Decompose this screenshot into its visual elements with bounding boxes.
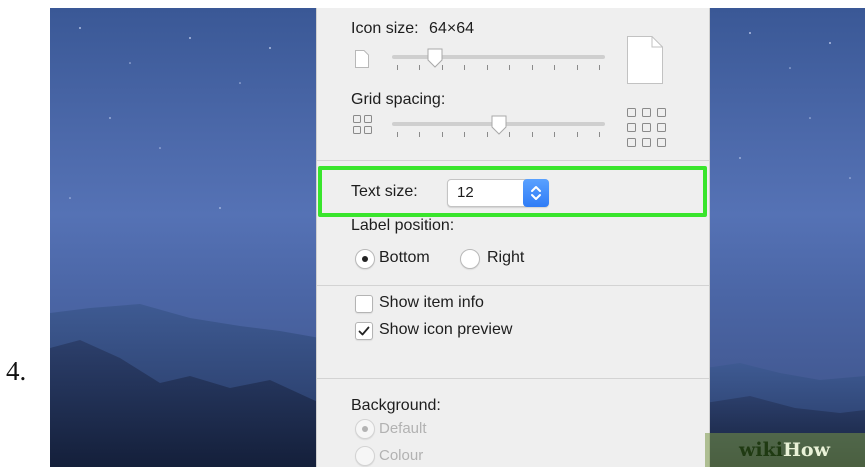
radio-right[interactable]	[460, 249, 480, 269]
icon-size-label: Icon size:	[351, 20, 419, 37]
text-size-stepper[interactable]	[523, 179, 549, 207]
small-icon-icon	[355, 50, 369, 68]
grid-spacing-label: Grid spacing:	[351, 91, 446, 108]
icon-size-slider-track[interactable]	[392, 55, 605, 59]
radio-colour[interactable]	[355, 446, 375, 466]
chevron-up-down-icon	[531, 186, 541, 200]
text-size-value: 12	[457, 184, 474, 201]
radio-right-label[interactable]: Right	[487, 249, 524, 267]
icon-size-slider-thumb[interactable]	[427, 48, 443, 68]
divider	[317, 285, 709, 286]
checkmark-icon	[358, 326, 370, 336]
background-label: Background:	[351, 397, 441, 414]
watermark-how: How	[782, 439, 830, 461]
radio-default-label: Default	[379, 420, 427, 437]
grid-spacing-slider-thumb[interactable]	[491, 115, 507, 135]
radio-bottom-label[interactable]: Bottom	[379, 249, 430, 267]
divider	[317, 160, 709, 161]
divider	[317, 378, 709, 379]
wikihow-watermark: wikiHow	[705, 433, 865, 467]
radio-colour-label: Colour	[379, 447, 424, 464]
icon-size-value: 64×64	[429, 20, 474, 37]
show-item-info-label[interactable]: Show item info	[379, 294, 484, 312]
show-item-info-checkbox[interactable]	[355, 295, 373, 313]
large-grid-icon	[627, 108, 666, 147]
step-number: 4.	[6, 356, 27, 386]
show-icon-preview-checkbox[interactable]	[355, 322, 373, 340]
radio-selected-dot	[362, 256, 368, 262]
small-grid-icon	[353, 115, 372, 134]
desktop-background: Icon size: 64×64 Grid spacing: Text size…	[50, 8, 865, 467]
text-size-label: Text size:	[351, 183, 418, 200]
view-options-panel: Icon size: 64×64 Grid spacing: Text size…	[316, 8, 710, 467]
radio-bottom[interactable]	[355, 249, 375, 269]
radio-default[interactable]	[355, 419, 375, 439]
icon-size-row: Icon size: 64×64	[351, 20, 474, 38]
text-size-select[interactable]: 12	[447, 179, 549, 207]
label-position-label: Label position:	[351, 217, 455, 234]
large-icon-icon	[627, 36, 663, 84]
watermark-wiki: wiki	[739, 439, 783, 461]
show-icon-preview-label[interactable]: Show icon preview	[379, 321, 512, 339]
radio-selected-dot	[362, 426, 368, 432]
